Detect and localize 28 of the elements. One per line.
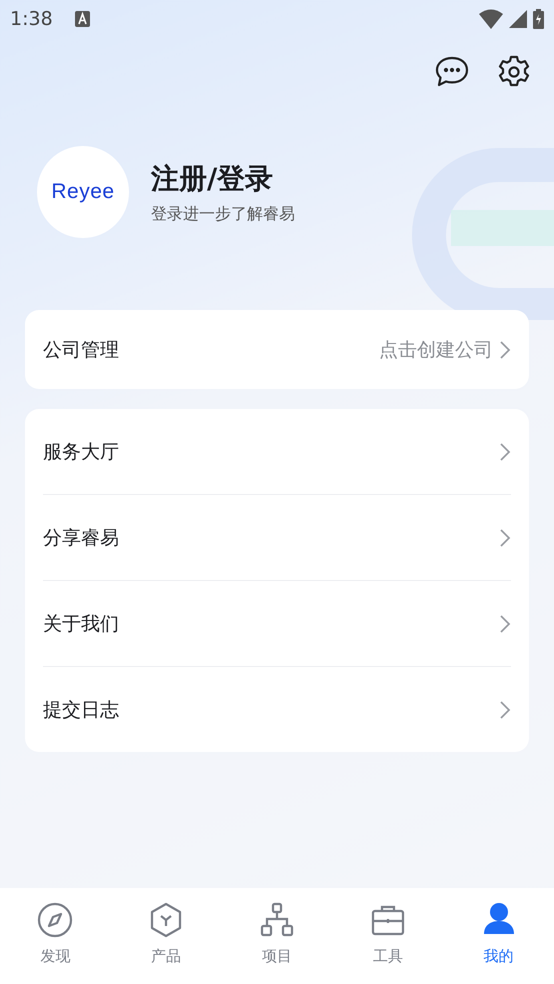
chevron-right-icon	[499, 442, 511, 462]
nav-tab[interactable]: 我的	[443, 888, 554, 984]
logo: Reyee	[51, 180, 115, 204]
row-value: 点击创建公司	[379, 338, 493, 362]
login-subtitle: 登录进一步了解睿易	[151, 204, 295, 224]
company-card[interactable]: 公司管理 点击创建公司	[25, 310, 529, 389]
battery-icon	[533, 9, 544, 29]
menu-item[interactable]: 关于我们	[43, 580, 511, 666]
menu-item[interactable]: 服务大厅	[43, 409, 511, 494]
menu-item[interactable]: 分享睿易	[43, 494, 511, 580]
wifi-icon	[479, 9, 503, 29]
chevron-right-icon	[499, 340, 511, 360]
row-label: 公司管理	[43, 338, 119, 362]
signal-icon	[509, 10, 527, 28]
nav-tab[interactable]: 工具	[332, 888, 444, 984]
keyboard-indicator-icon	[74, 11, 90, 27]
status-time: 1:38	[10, 8, 53, 30]
chevron-right-icon	[499, 528, 511, 548]
nav-tab[interactable]: 项目	[222, 888, 332, 984]
chevron-right-icon	[499, 614, 511, 634]
menu-item[interactable]: 提交日志	[43, 666, 511, 752]
nav-tab[interactable]: 发现	[0, 888, 111, 984]
avatar[interactable]: Reyee	[37, 146, 129, 238]
chevron-right-icon	[499, 700, 511, 720]
compass-icon	[37, 902, 74, 938]
hierarchy-icon	[258, 902, 295, 938]
login-title[interactable]: 注册/登录	[151, 160, 295, 198]
nav-tab[interactable]: 产品	[110, 888, 222, 984]
